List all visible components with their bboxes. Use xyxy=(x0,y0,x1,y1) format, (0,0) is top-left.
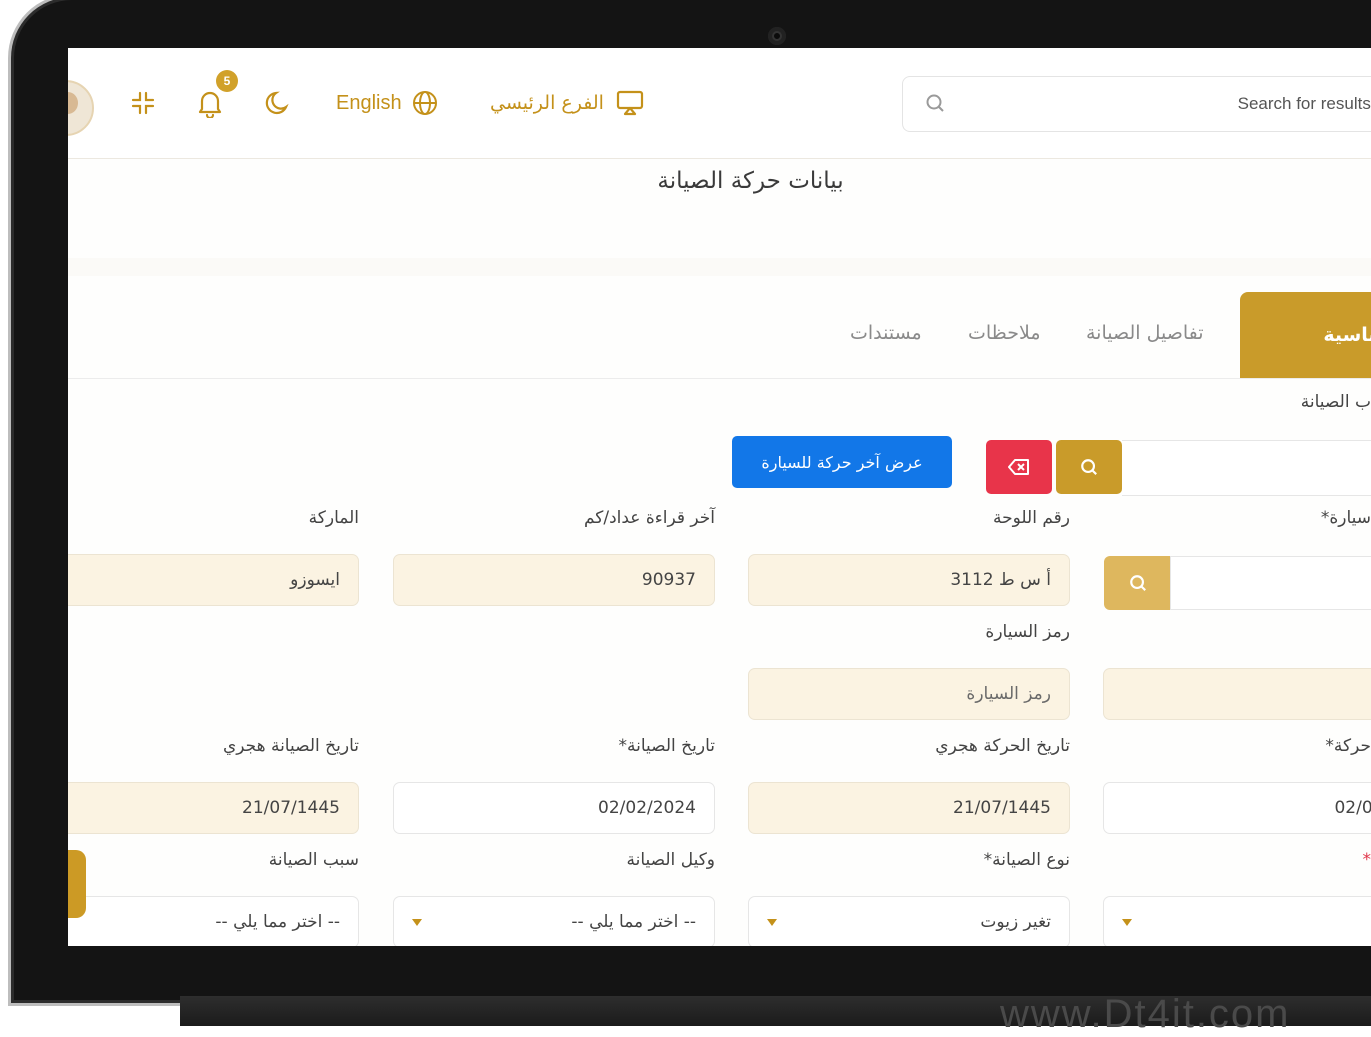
backspace-icon xyxy=(1008,459,1030,475)
reason-search-input[interactable] xyxy=(1122,440,1371,496)
maintenance-reason-value: -- اختر مما يلي -- xyxy=(215,912,340,932)
car-owner-field: ن xyxy=(1103,668,1371,720)
maintenance-type-label: نوع الصيانة* xyxy=(984,850,1070,870)
maintenance-reason-select[interactable]: -- اختر مما يلي -- xyxy=(68,896,359,946)
tab-basic-data[interactable]: ات الاساسية xyxy=(1240,292,1371,378)
tab-documents[interactable]: مستندات xyxy=(850,322,922,344)
maintenance-date-hijri-label: تاريخ الصيانة هجري xyxy=(223,736,359,756)
search-icon xyxy=(1129,574,1147,592)
maintenance-agent-value: -- اختر مما يلي -- xyxy=(571,912,696,932)
maintenance-reason-label: سبب الصيانة xyxy=(269,850,359,870)
odometer-label: آخر قراءة عداد/كم xyxy=(584,508,715,528)
maintenance-type-value: تغير زيوت xyxy=(980,912,1051,932)
monitor-icon xyxy=(616,90,644,116)
maintenance-type-select[interactable]: تغير زيوت xyxy=(748,896,1070,946)
section-divider xyxy=(68,258,1371,276)
branch-label: الفرع الرئيسي xyxy=(490,92,604,114)
car-label: سيارة* xyxy=(1321,508,1371,528)
globe-icon xyxy=(412,90,438,116)
move-date-hijri-label: تاريخ الحركة هجري xyxy=(935,736,1070,756)
language-label: English xyxy=(336,92,402,115)
search-button[interactable] xyxy=(1056,440,1122,494)
car-code-field[interactable]: رمز السيارة xyxy=(748,668,1070,720)
odometer-field: 90937 xyxy=(393,554,715,606)
move-date-label: حركة* xyxy=(1325,736,1371,756)
branch-selector[interactable]: الفرع الرئيسي xyxy=(490,88,644,118)
tab-notes[interactable]: ملاحظات xyxy=(968,322,1041,344)
chevron-down-icon xyxy=(767,919,777,926)
app-screen: 5 English الفرع الرئيسي بيانات حركة الص xyxy=(68,48,1371,946)
avatar[interactable] xyxy=(68,80,94,136)
side-panel-toggle[interactable] xyxy=(68,850,86,918)
bell-icon[interactable] xyxy=(196,88,224,118)
move-date-hijri-field: 21/07/1445 xyxy=(748,782,1070,834)
tab-bar: ات الاساسية تفاصيل الصيانة ملاحظات مستند… xyxy=(68,292,1371,379)
search-box xyxy=(902,76,1371,132)
first-select[interactable]: د xyxy=(1103,896,1371,946)
plate-field: أ س ط 3112 xyxy=(748,554,1070,606)
reason-top-label: ب الصيانة xyxy=(1301,392,1371,412)
webcam-icon xyxy=(768,27,786,45)
brand-label: الماركة xyxy=(309,508,359,528)
top-header: 5 English الفرع الرئيسي xyxy=(68,48,1371,159)
car-code-label: رمز السيارة xyxy=(985,622,1070,642)
car-number-input[interactable]: 3 xyxy=(1170,556,1371,610)
move-date-field[interactable]: 02/02/2 xyxy=(1103,782,1371,834)
tab-maintenance-details[interactable]: تفاصيل الصيانة xyxy=(1086,322,1204,344)
search-icon xyxy=(925,93,945,113)
minimize-icon[interactable] xyxy=(130,88,156,118)
search-icon xyxy=(1080,458,1098,476)
page-title: بيانات حركة الصيانة xyxy=(68,168,1371,194)
notification-badge: 5 xyxy=(216,70,238,92)
language-switch[interactable]: English xyxy=(336,88,438,118)
maintenance-date-field[interactable]: 02/02/2024 xyxy=(393,782,715,834)
brand-field: ايسوزو xyxy=(68,554,359,606)
car-search-button[interactable] xyxy=(1104,556,1172,610)
search-input[interactable] xyxy=(963,77,1371,131)
maintenance-agent-label: وكيل الصيانة xyxy=(626,850,715,870)
plate-label: رقم اللوحة xyxy=(993,508,1070,528)
clear-button[interactable] xyxy=(986,440,1052,494)
maintenance-date-label: تاريخ الصيانة* xyxy=(618,736,715,756)
chevron-down-icon xyxy=(1122,919,1132,926)
chevron-down-icon xyxy=(412,919,422,926)
show-last-car-move-button[interactable]: عرض آخر حركة للسيارة xyxy=(732,436,952,488)
maintenance-agent-select[interactable]: -- اختر مما يلي -- xyxy=(393,896,715,946)
required-label: * xyxy=(1363,850,1371,870)
moon-icon[interactable] xyxy=(264,88,292,118)
maintenance-date-hijri-field: 21/07/1445 xyxy=(68,782,359,834)
watermark: www.Dt4it.com xyxy=(1000,992,1291,1037)
